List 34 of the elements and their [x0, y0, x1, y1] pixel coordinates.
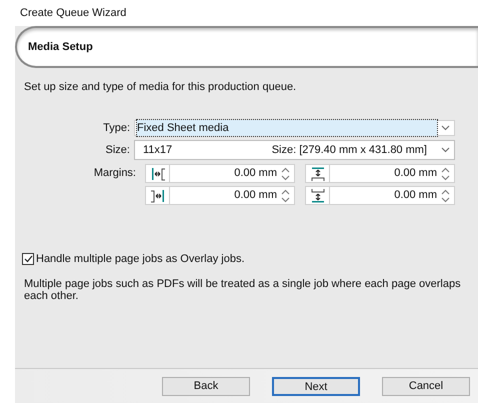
- size-dimensions: Size: [279.40 mm x 431.80 mm]: [272, 142, 428, 158]
- window-title: Create Queue Wizard: [20, 6, 126, 21]
- margin-bottom-icon: [310, 188, 326, 204]
- size-value: 11x17: [143, 142, 174, 158]
- spinner-arrows-icon[interactable]: [441, 166, 450, 180]
- page-title: Media Setup: [28, 40, 93, 55]
- description-text: Set up size and type of media for this production queue.: [24, 81, 296, 93]
- dropdown-caret-icon: [441, 124, 450, 131]
- type-label: Type:: [102, 120, 131, 136]
- margin-field[interactable]: 0.00 mm: [145, 186, 295, 205]
- margin-value: 0.00 mm: [233, 188, 278, 204]
- checkbox-label[interactable]: Handle multiple page jobs as Overlay jobs.: [36, 251, 245, 268]
- overlay-checkbox[interactable]: [22, 253, 34, 266]
- checkmark-icon: [24, 255, 32, 264]
- margin-field[interactable]: 0.00 mm: [145, 164, 295, 183]
- spinner-arrows-icon[interactable]: [281, 188, 290, 202]
- margin-value: 0.00 mm: [393, 188, 438, 204]
- wizard-button[interactable]: Next: [272, 376, 360, 396]
- spinner-arrows-icon[interactable]: [281, 166, 290, 180]
- size-label: Size:: [104, 142, 131, 158]
- note-text: Multiple page jobs such as PDFs will be treated as a single job where each page overlaps each other.: [24, 278, 461, 302]
- spinner-arrows-icon[interactable]: [441, 188, 450, 202]
- wizard-button[interactable]: Cancel: [382, 376, 470, 396]
- wizard-button[interactable]: Back: [162, 376, 250, 396]
- margin-field[interactable]: 0.00 mm: [305, 186, 455, 205]
- margin-top-icon: [310, 166, 326, 182]
- margin-right-icon: [150, 188, 166, 204]
- margin-value: 0.00 mm: [393, 166, 438, 182]
- dropdown-caret-icon: [441, 147, 450, 153]
- margin-value: 0.00 mm: [233, 166, 278, 182]
- margins-label: Margins:: [92, 166, 137, 182]
- margin-field[interactable]: 0.00 mm: [305, 164, 455, 183]
- size-dropdown[interactable]: 11x17 Size: [279.40 mm x 431.80 mm]: [134, 140, 455, 160]
- margin-left-icon: [150, 166, 166, 182]
